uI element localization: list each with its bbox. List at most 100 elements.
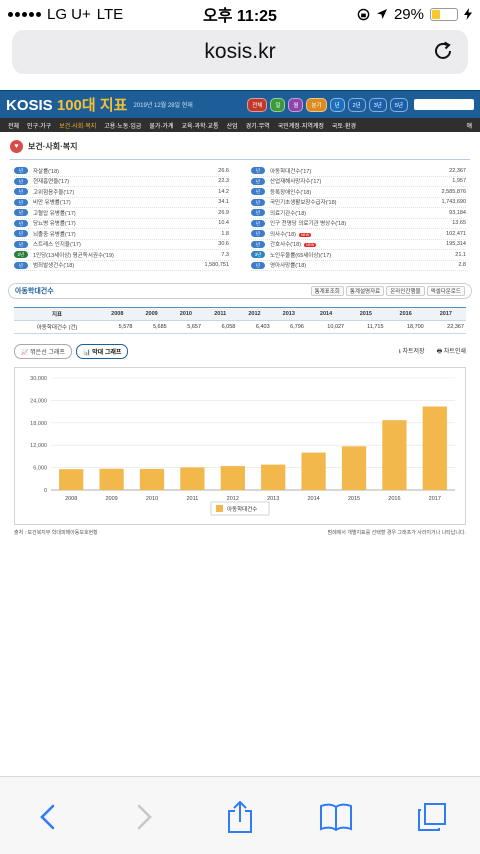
period-button[interactable]: 월 [288,97,304,112]
book-icon [320,803,352,832]
detail-link-button[interactable]: 엑셀다운로드 [426,286,465,296]
indicator-value: 21.1 [455,251,466,258]
period-button[interactable]: 년 [329,97,345,112]
web-content: KOSIS 100대 지표 2019년 12월 28일 현재 전체 일 월 분기 년 2년… [0,90,480,680]
share-button[interactable] [218,799,262,835]
indicator-row[interactable]: 년 산업재해사망자수('17) 1,957 [251,177,466,187]
tabs-button[interactable] [410,799,454,835]
indicator-row[interactable]: 년 자살률('18) 26.6 [14,166,229,177]
bar [180,467,205,490]
period-button[interactable]: 전체 [247,97,268,112]
back-button[interactable] [26,799,70,835]
indicator-value: 22,367 [449,167,466,174]
indicator-row[interactable]: 년 아동학대건수('17) 22,367 [251,166,466,177]
period-button[interactable]: 2년 [347,97,366,112]
table-year-header: 2009 [134,307,169,321]
address-bar[interactable]: kosis.kr [12,30,468,74]
indicator-name-text: 간호사수('18) [270,242,302,249]
header-date: 2019년 12월 28일 현재 [133,103,193,109]
table-cell: 22,367 [425,320,466,334]
x-tick-label: 2013 [267,496,279,502]
chevron-left-icon [40,804,55,830]
indicator-row[interactable]: 3년 노인우울률(65세이상)('17) 21.1 [251,250,466,261]
period-tag: 년 [14,240,28,248]
indicator-row[interactable]: 년 현재흡연율('17) 22.3 [14,177,229,187]
bar-graph-button[interactable]: 📊 막대 그래프 [75,344,129,359]
nav-item[interactable]: 고용·노동·임금 [100,121,145,130]
period-tag: 년 [14,167,28,175]
detail-link-button[interactable]: 온라인간행물 [386,286,425,296]
indicator-value: 34.1 [218,199,229,206]
new-badge: NEW [299,232,312,237]
indicator-row[interactable]: 년 당뇨병 유병률('17) 10.4 [14,219,229,229]
reload-icon[interactable] [432,40,454,62]
header-search-input[interactable] [414,99,474,110]
indicator-name: 간호사수('18) NEW [270,240,446,248]
indicator-row[interactable]: 년 의사수('18) NEW 102,471 [251,229,466,240]
indicator-name-text: 아동학대건수('17) [270,168,312,175]
nav-item[interactable]: 교육·과학·교통 [177,121,222,130]
nav-item[interactable]: 전체 [4,121,23,130]
indicator-name: 고위험음주율('17) [33,188,218,196]
legend-swatch [216,505,223,512]
download-icon: ⭳ [398,349,401,355]
forward-button[interactable] [122,799,166,835]
table-row: 아동학대건수 (건) 5,578 5,685 5,657 6,058 6,403 6,796… [14,320,466,334]
heart-icon: ♥ [10,140,23,153]
detail-link-button[interactable]: 통계설명자료 [345,286,385,296]
bookmarks-button[interactable] [314,799,358,835]
indicator-row[interactable]: 년 범죄발생건수('18) 1,580,751 [14,261,229,271]
indicator-row[interactable]: 년 간호사수('18) NEW 195,314 [251,240,466,250]
chart-container: 0 6,000 12,000 18,000 24,000 30,000 2008 2009 20… [14,367,466,525]
x-tick-label: 2014 [307,496,319,502]
period-button[interactable]: 분기 [306,97,327,112]
period-button[interactable]: 일 [270,97,286,112]
kosis-header: KOSIS 100대 지표 2019년 12월 28일 현재 전체 일 월 분기 년 2년… [0,90,480,118]
indicator-row[interactable]: 년 등록장애인수('18) 2,585,876 [251,187,466,198]
indicator-name: 아동학대건수('17) [270,167,449,175]
detail-link-button[interactable]: 통계표조회 [310,286,344,296]
indicator-name: 스트레스 인지율('17) [33,240,218,248]
data-table: 지표 2008 2009 2010 2011 2012 2013 2014 2015 2016 20… [14,307,466,334]
period-tag: 년 [251,219,265,227]
indicator-row[interactable]: 년 고위험음주율('17) 14.2 [14,187,229,198]
period-tag: 년 [14,177,28,185]
bar [59,469,84,490]
indicator-row[interactable]: 년 고혈압 유병률('17) 26.9 [14,208,229,219]
indicator-name-text: 스트레스 인지율('17) [33,242,81,249]
chart-save-button[interactable]: ⭳ 차트저장 [399,346,425,357]
indicator-row[interactable]: 년 인구 천명당 의료기관 병상수('18) 13.65 [251,219,466,229]
share-icon [228,800,252,833]
period-button[interactable]: 5년 [389,97,408,112]
indicator-value: 2.8 [458,262,466,269]
indicator-value: 93,184 [449,209,466,216]
indicator-row[interactable]: 년 국민기초생활보장수급자('18) 1,743,690 [251,198,466,208]
indicator-row[interactable]: 년 의료기관수('18) 93,184 [251,208,466,219]
indicator-row[interactable]: 년 영아사망률('18) 2.8 [251,261,466,271]
bar [301,452,326,490]
nav-item[interactable]: 경기·무역 [242,121,274,130]
table-year-header: 2015 [346,307,386,321]
chart-print-button[interactable]: 🖶 차트인쇄 [437,346,466,357]
table-cell: 5,578 [100,320,135,334]
period-button[interactable]: 3년 [368,97,387,112]
nav-item[interactable]: 국민계정·지역계정 [274,121,328,130]
indicator-name: 비만 유병률('17) [33,198,218,206]
line-graph-button[interactable]: 📈 꺾은선 그래프 [14,344,72,359]
indicator-row[interactable]: 2년 1인당(13세이상) 평균독서권수('19) 7.3 [14,250,229,261]
indicator-row[interactable]: 년 비만 유병률('17) 34.1 [14,198,229,208]
kosis-logo[interactable]: KOSIS 100대 지표 [6,94,127,115]
y-tick-label: 24,000 [30,398,47,404]
nav-item[interactable]: 국토·환경 [328,121,360,130]
indicator-row[interactable]: 년 스트레스 인지율('17) 30.6 [14,240,229,250]
nav-item[interactable]: 보건·사회·복지 [55,121,100,130]
table-row-label: 아동학대건수 (건) [14,320,101,334]
nav-item[interactable]: 산업 [223,121,242,130]
nav-item[interactable]: 얘 [462,121,476,130]
nav-item[interactable]: 인구·가구 [23,121,55,130]
indicator-row[interactable]: 년 뇌졸중 유병률('17) 1.8 [14,229,229,240]
nav-item[interactable]: 물가·가계 [145,121,177,130]
x-tick-label: 2008 [65,496,77,502]
table-year-header: 2017 [425,307,466,321]
bar [382,420,407,490]
